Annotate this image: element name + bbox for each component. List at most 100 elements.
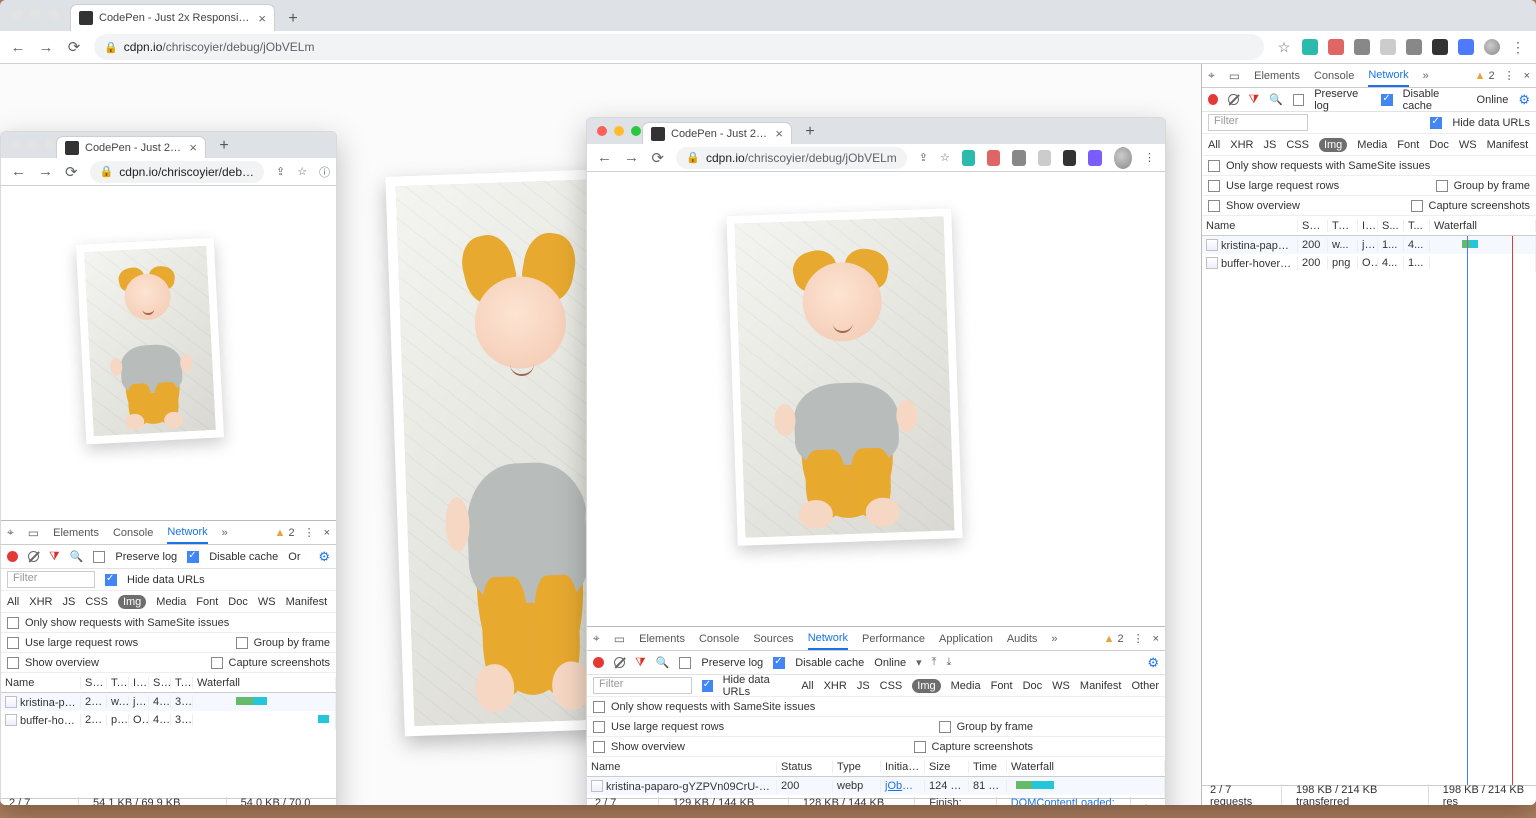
reload-button[interactable]: ⟳ <box>65 164 78 180</box>
checkbox[interactable] <box>7 637 19 649</box>
devtools-tab[interactable]: Console <box>113 523 153 543</box>
close-tab-icon[interactable]: × <box>775 126 783 141</box>
devtools-tab[interactable]: Performance <box>862 629 925 649</box>
disable-cache-checkbox[interactable] <box>773 657 785 669</box>
extension-icon[interactable] <box>1328 39 1344 55</box>
browser-tab[interactable]: CodePen - Just 2x Responsive I × <box>642 122 792 144</box>
filter-input[interactable]: Filter <box>1208 114 1308 131</box>
extension-icon[interactable] <box>1063 150 1076 166</box>
checkbox[interactable] <box>1411 200 1423 212</box>
checkbox[interactable] <box>1208 200 1220 212</box>
window-traffic-lights[interactable] <box>597 126 641 136</box>
extension-icon[interactable] <box>1380 39 1396 55</box>
upload-icon[interactable]: ⤒ <box>932 656 937 669</box>
devtools-tab[interactable]: Application <box>939 629 993 649</box>
devtools-tab[interactable]: Elements <box>53 523 99 543</box>
inspect-icon[interactable]: ⌖ <box>593 631 600 646</box>
clear-button[interactable] <box>614 657 625 668</box>
browser-tab[interactable]: CodePen - Just 2x Responsive I… × <box>70 4 275 31</box>
more-tabs-icon[interactable]: » <box>222 527 228 539</box>
preserve-log-checkbox[interactable] <box>679 657 691 669</box>
checkbox[interactable] <box>593 741 605 753</box>
record-button[interactable] <box>1208 94 1218 105</box>
warning-count[interactable]: 2 <box>1488 70 1494 82</box>
checkbox[interactable] <box>914 741 926 753</box>
address-bar[interactable]: 🔒 cdpn.io/chriscoyier/deb… <box>90 161 264 183</box>
clear-button[interactable] <box>1228 94 1238 105</box>
hide-data-urls-checkbox[interactable] <box>1430 117 1442 129</box>
forward-button[interactable]: → <box>624 150 639 166</box>
device-toggle-icon[interactable]: ▭ <box>28 526 39 540</box>
checkbox[interactable] <box>1208 180 1220 192</box>
device-toggle-icon[interactable]: ▭ <box>1229 69 1240 83</box>
close-devtools-icon[interactable]: × <box>1153 633 1159 645</box>
network-table-header[interactable]: NameSt...T...I...S...T...Waterfall <box>1 673 336 693</box>
record-button[interactable] <box>593 657 604 668</box>
info-icon[interactable]: ⓘ <box>319 164 330 180</box>
more-tabs-icon[interactable]: » <box>1423 70 1429 82</box>
checkbox[interactable] <box>7 657 19 669</box>
checkbox[interactable] <box>7 617 19 629</box>
profile-avatar[interactable] <box>1114 147 1132 169</box>
network-table[interactable]: kristina-paparo-g...200w...j...1...4... … <box>1202 236 1536 785</box>
extension-icon[interactable] <box>1432 39 1448 55</box>
window-traffic-lights[interactable] <box>12 9 59 20</box>
inspect-icon[interactable]: ⌖ <box>1208 68 1215 83</box>
back-button[interactable]: ← <box>11 164 26 180</box>
checkbox[interactable] <box>211 657 223 669</box>
profile-avatar[interactable] <box>1484 39 1500 55</box>
extension-icon[interactable] <box>987 150 1000 166</box>
star-icon[interactable]: ☆ <box>1276 39 1292 55</box>
new-tab-button[interactable]: + <box>281 7 305 31</box>
preserve-log-checkbox[interactable] <box>1293 94 1304 106</box>
share-icon[interactable]: ⇪ <box>276 165 285 178</box>
type-filter[interactable]: AllXHRJSCSSImgMediaFontDocWSManifestOthe… <box>7 595 337 609</box>
network-table-header[interactable]: NameSta...TypeI...S...T...Waterfall <box>1202 216 1536 236</box>
checkbox[interactable] <box>1208 160 1220 172</box>
close-devtools-icon[interactable]: × <box>1524 70 1530 82</box>
settings-icon[interactable]: ⚙ <box>1147 655 1159 671</box>
reload-button[interactable]: ⟳ <box>651 150 664 166</box>
address-bar[interactable]: 🔒 cdpn.io/chriscoyier/debug/jObVELm <box>676 147 906 169</box>
throttle-select[interactable]: Online <box>874 657 906 669</box>
settings-icon[interactable]: ⚙ <box>1518 92 1530 108</box>
disable-cache-checkbox[interactable] <box>1381 94 1392 106</box>
filter-icon[interactable]: ⧩ <box>635 655 646 670</box>
forward-button[interactable]: → <box>38 164 53 180</box>
type-filter[interactable]: AllXHRJSCSSImgMediaFontDocWSManifestOthe… <box>1208 138 1536 152</box>
new-tab-button[interactable]: + <box>798 120 822 144</box>
new-tab-button[interactable]: + <box>212 134 236 158</box>
menu-icon[interactable]: ⋮ <box>1510 39 1526 55</box>
extension-icon[interactable] <box>1012 150 1025 166</box>
search-icon[interactable]: 🔍 <box>70 550 84 563</box>
close-tab-icon[interactable]: × <box>189 140 197 155</box>
warning-count[interactable]: 2 <box>288 527 294 539</box>
checkbox[interactable] <box>939 721 951 733</box>
extension-icon[interactable] <box>1038 150 1051 166</box>
share-icon[interactable]: ⇪ <box>919 151 928 164</box>
extension-icon[interactable] <box>1302 39 1318 55</box>
devtools-tab[interactable]: Audits <box>1007 629 1038 649</box>
star-icon[interactable]: ☆ <box>297 165 307 178</box>
device-toggle-icon[interactable]: ▭ <box>614 632 625 646</box>
clear-button[interactable] <box>28 551 39 562</box>
throttle-select[interactable]: Or <box>288 551 300 563</box>
devtools-tab[interactable]: Elements <box>1254 66 1300 86</box>
hide-data-urls-checkbox[interactable] <box>702 680 713 692</box>
download-icon[interactable]: ⤓ <box>946 656 951 669</box>
devtools-tab[interactable]: Console <box>699 629 739 649</box>
preserve-log-checkbox[interactable] <box>93 551 105 563</box>
browser-tab[interactable]: CodePen - Just 2x Responsive I × <box>56 136 206 158</box>
checkbox[interactable] <box>236 637 248 649</box>
inspect-icon[interactable]: ⌖ <box>7 525 14 540</box>
devtools-menu-icon[interactable]: ⋮ <box>304 526 315 539</box>
menu-icon[interactable]: ⋮ <box>1144 151 1155 164</box>
devtools-tab[interactable]: Network <box>808 628 848 650</box>
devtools-tab[interactable]: Console <box>1314 66 1354 86</box>
checkbox[interactable] <box>593 721 605 733</box>
filter-icon[interactable]: ⧩ <box>1249 92 1260 107</box>
type-filter[interactable]: AllXHRJSCSSImgMediaFontDocWSManifestOthe… <box>801 679 1159 693</box>
devtools-menu-icon[interactable]: ⋮ <box>1504 69 1515 82</box>
throttle-select[interactable]: Online <box>1477 94 1509 106</box>
extension-icon[interactable] <box>1406 39 1422 55</box>
